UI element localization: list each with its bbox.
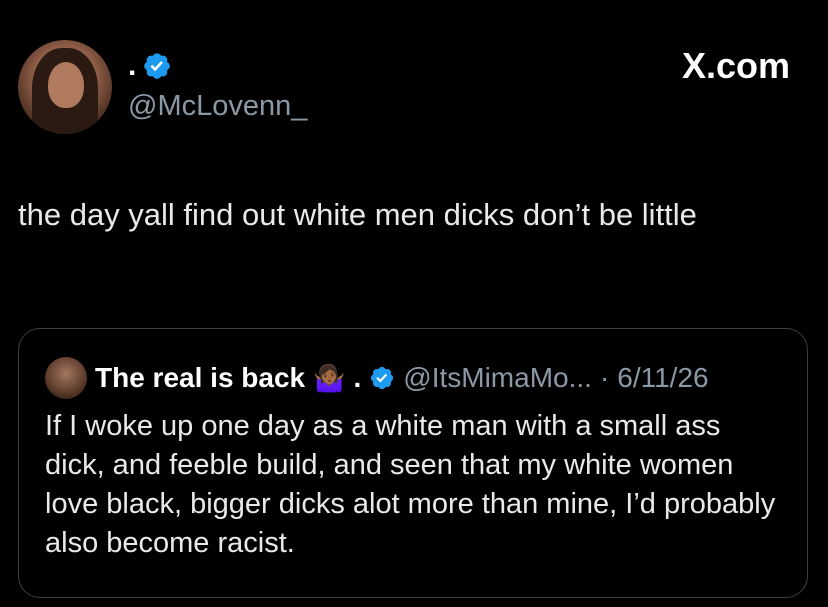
brand-watermark: X.com xyxy=(681,45,790,86)
tweet-text: the day yall find out white men dicks do… xyxy=(18,197,697,232)
author-handle[interactable]: @McLovenn_ xyxy=(128,88,307,124)
author-name-row[interactable]: . xyxy=(128,48,172,84)
quoted-tweet-text: If I woke up one day as a white man with… xyxy=(45,410,776,559)
quoted-author-avatar[interactable] xyxy=(45,357,87,399)
quoted-tweet-card[interactable]: The real is back 🤷🏾‍♀️ . @ItsMimaMo... ·… xyxy=(18,328,808,598)
quoted-tweet-header: The real is back 🤷🏾‍♀️ . @ItsMimaMo... ·… xyxy=(45,357,709,399)
verified-badge-icon xyxy=(144,53,171,79)
quoted-tweet-date[interactable]: 6/11/26 xyxy=(617,360,708,396)
quoted-author-name[interactable]: The real is back xyxy=(95,360,305,396)
header-separator: · xyxy=(599,362,610,393)
author-display-name[interactable]: . xyxy=(128,48,136,84)
verified-badge-icon xyxy=(371,366,394,390)
quoted-author-emoji: 🤷🏾‍♀️ xyxy=(313,363,346,393)
quoted-author-handle[interactable]: @ItsMimaMo... xyxy=(403,360,592,396)
author-avatar[interactable] xyxy=(18,40,112,134)
avatar-face xyxy=(48,62,84,108)
quoted-author-name-suffix: . xyxy=(353,362,362,393)
